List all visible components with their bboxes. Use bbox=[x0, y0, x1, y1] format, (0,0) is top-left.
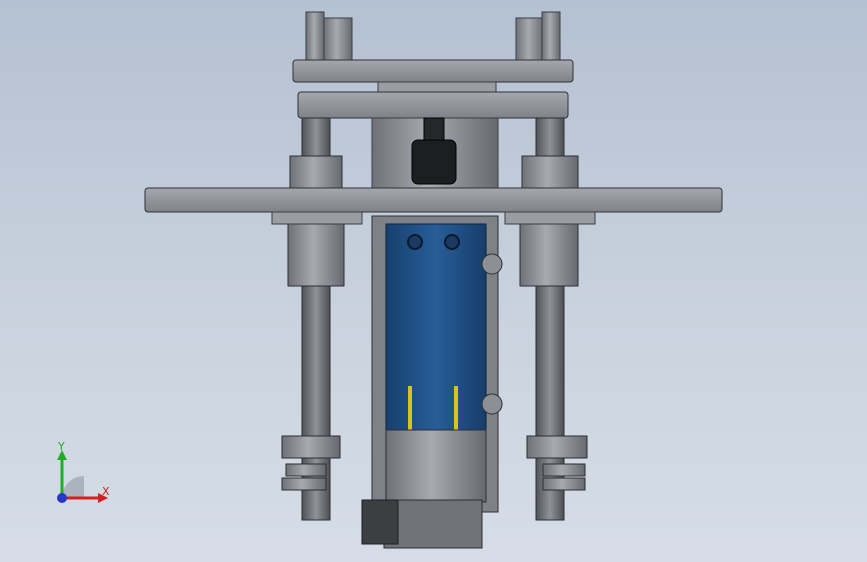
lower-block bbox=[385, 429, 487, 503]
port-right bbox=[444, 234, 460, 250]
port-left bbox=[407, 234, 423, 250]
end-effector bbox=[383, 499, 483, 549]
second-plate bbox=[297, 91, 569, 119]
top-plate bbox=[292, 59, 574, 83]
right-guide-rod bbox=[519, 117, 579, 521]
air-cylinder bbox=[385, 223, 487, 431]
floating-joint bbox=[411, 139, 457, 185]
x-axis-label: X bbox=[102, 485, 110, 498]
axis-triad: Y X bbox=[48, 440, 118, 510]
cad-viewport[interactable] bbox=[0, 0, 867, 562]
y-axis-label: Y bbox=[58, 440, 65, 453]
piston-rod-left bbox=[408, 386, 412, 436]
top-left-post bbox=[305, 11, 353, 63]
sensor-upper bbox=[481, 253, 503, 275]
top-right-post bbox=[515, 11, 561, 63]
sensor-lower bbox=[481, 393, 503, 415]
piston-rod-right bbox=[454, 386, 458, 436]
middle-plate bbox=[144, 187, 723, 213]
left-guide-rod bbox=[287, 117, 345, 521]
